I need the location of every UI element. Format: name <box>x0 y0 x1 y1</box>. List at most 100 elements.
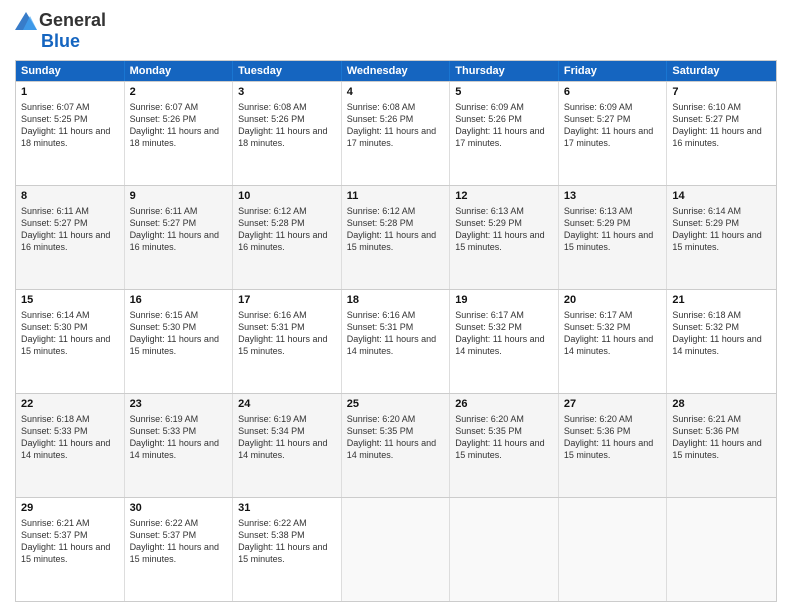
sunrise-text: Sunrise: 6:16 AM <box>238 310 307 320</box>
day-cell: 31Sunrise: 6:22 AMSunset: 5:38 PMDayligh… <box>233 498 342 601</box>
day-cell: 1Sunrise: 6:07 AMSunset: 5:25 PMDaylight… <box>16 82 125 185</box>
calendar-week: 15 Sunrise: 6:14 AM Sunset: 5:30 PM Dayligh… <box>16 289 776 393</box>
day-number: 29 <box>21 501 119 516</box>
day-cell: 18Sunrise: 6:16 AMSunset: 5:31 PMDayligh… <box>342 290 451 393</box>
day-cell: 22Sunrise: 6:18 AMSunset: 5:33 PMDayligh… <box>16 394 125 497</box>
sunrise-text: Sunrise: 6:20 AM <box>564 414 633 424</box>
sunrise-text: Sunrise: 6:13 AM <box>564 206 633 216</box>
day-number: 8 <box>21 189 119 204</box>
daylight-text: Daylight: 11 hours and 14 minutes. <box>238 438 327 460</box>
daylight-text: Daylight: 11 hours and 15 minutes. <box>672 438 761 460</box>
day-cell: 17Sunrise: 6:16 AMSunset: 5:31 PMDayligh… <box>233 290 342 393</box>
page: General Blue SundayMondayTuesdayWednesda… <box>0 0 792 612</box>
sunset-text: Sunset: 5:30 PM <box>130 322 197 332</box>
calendar-body: 1Sunrise: 6:07 AMSunset: 5:25 PMDaylight… <box>16 81 776 601</box>
day-cell: 21Sunrise: 6:18 AMSunset: 5:32 PMDayligh… <box>667 290 776 393</box>
weekday-header: Monday <box>125 61 234 81</box>
day-cell: 11Sunrise: 6:12 AMSunset: 5:28 PMDayligh… <box>342 186 451 289</box>
day-cell: 28 Sunrise: 6:21 AM Sunset: 5:36 PM Dayligh… <box>667 394 776 497</box>
day-number: 10 <box>238 189 336 204</box>
weekday-header: Friday <box>559 61 668 81</box>
sunrise-text: Sunrise: 6:21 AM <box>672 414 741 424</box>
sunset-text: Sunset: 5:29 PM <box>564 218 631 228</box>
day-number: 5 <box>455 85 553 100</box>
sunset-text: Sunset: 5:36 PM <box>672 426 739 436</box>
day-number: 17 <box>238 293 336 308</box>
day-number: 3 <box>238 85 336 100</box>
day-cell: 29Sunrise: 6:21 AMSunset: 5:37 PMDayligh… <box>16 498 125 601</box>
calendar-week: 29Sunrise: 6:21 AMSunset: 5:37 PMDayligh… <box>16 497 776 601</box>
sunrise-text: Sunrise: 6:22 AM <box>130 518 199 528</box>
day-number: 24 <box>238 397 336 412</box>
sunrise-text: Sunrise: 6:10 AM <box>672 102 741 112</box>
daylight-text: Daylight: 11 hours and 15 minutes. <box>130 334 219 356</box>
day-cell: 12Sunrise: 6:13 AMSunset: 5:29 PMDayligh… <box>450 186 559 289</box>
day-number: 31 <box>238 501 336 516</box>
day-number: 9 <box>130 189 228 204</box>
sunrise-text: Sunrise: 6:17 AM <box>564 310 633 320</box>
day-number: 4 <box>347 85 445 100</box>
sunset-text: Sunset: 5:32 PM <box>455 322 522 332</box>
sunrise-text: Sunrise: 6:16 AM <box>347 310 416 320</box>
sunset-text: Sunset: 5:26 PM <box>347 114 414 124</box>
header: General Blue <box>15 10 777 52</box>
sunset-text: Sunset: 5:26 PM <box>130 114 197 124</box>
daylight-text: Daylight: 11 hours and 18 minutes. <box>130 126 219 148</box>
logo: General Blue <box>15 10 106 52</box>
sunrise-text: Sunrise: 6:12 AM <box>238 206 307 216</box>
sunrise-text: Sunrise: 6:14 AM <box>672 206 741 216</box>
day-cell: 8Sunrise: 6:11 AMSunset: 5:27 PMDaylight… <box>16 186 125 289</box>
sunset-text: Sunset: 5:27 PM <box>672 114 739 124</box>
day-number: 15 <box>21 293 119 308</box>
empty-cell <box>342 498 451 601</box>
sunrise-text: Sunrise: 6:08 AM <box>347 102 416 112</box>
daylight-text: Daylight: 11 hours and 18 minutes. <box>238 126 327 148</box>
day-number: 7 <box>672 85 771 100</box>
day-number: 14 <box>672 189 771 204</box>
day-cell: 5Sunrise: 6:09 AMSunset: 5:26 PMDaylight… <box>450 82 559 185</box>
daylight-text: Daylight: 11 hours and 16 minutes. <box>21 230 110 252</box>
daylight-text: Daylight: 11 hours and 16 minutes. <box>238 230 327 252</box>
sunset-text: Sunset: 5:34 PM <box>238 426 305 436</box>
sunset-text: Sunset: 5:32 PM <box>564 322 631 332</box>
sunset-text: Sunset: 5:31 PM <box>238 322 305 332</box>
day-cell: 25Sunrise: 6:20 AMSunset: 5:35 PMDayligh… <box>342 394 451 497</box>
daylight-text: Daylight: 11 hours and 14 minutes. <box>455 334 544 356</box>
sunrise-text: Sunrise: 6:14 AM <box>21 310 90 320</box>
sunset-text: Sunset: 5:36 PM <box>564 426 631 436</box>
sunrise-text: Sunrise: 6:11 AM <box>21 206 89 216</box>
sunrise-text: Sunrise: 6:22 AM <box>238 518 307 528</box>
daylight-text: Daylight: 11 hours and 15 minutes. <box>347 230 436 252</box>
day-number: 28 <box>672 397 771 412</box>
day-number: 21 <box>672 293 771 308</box>
daylight-text: Daylight: 11 hours and 14 minutes. <box>130 438 219 460</box>
sunset-text: Sunset: 5:25 PM <box>21 114 88 124</box>
day-cell: 6Sunrise: 6:09 AMSunset: 5:27 PMDaylight… <box>559 82 668 185</box>
sunrise-text: Sunrise: 6:20 AM <box>347 414 416 424</box>
weekday-header: Saturday <box>667 61 776 81</box>
day-cell: 19Sunrise: 6:17 AMSunset: 5:32 PMDayligh… <box>450 290 559 393</box>
day-number: 20 <box>564 293 662 308</box>
day-cell: 26Sunrise: 6:20 AMSunset: 5:35 PMDayligh… <box>450 394 559 497</box>
calendar-week: 1Sunrise: 6:07 AMSunset: 5:25 PMDaylight… <box>16 81 776 185</box>
daylight-text: Daylight: 11 hours and 15 minutes. <box>21 334 110 356</box>
day-number: 22 <box>21 397 119 412</box>
calendar-week: 8Sunrise: 6:11 AMSunset: 5:27 PMDaylight… <box>16 185 776 289</box>
sunrise-text: Sunrise: 6:12 AM <box>347 206 416 216</box>
daylight-text: Daylight: 11 hours and 14 minutes. <box>347 438 436 460</box>
daylight-text: Daylight: 11 hours and 15 minutes. <box>455 230 544 252</box>
sunrise-text: Sunrise: 6:18 AM <box>672 310 741 320</box>
day-number: 26 <box>455 397 553 412</box>
sunrise-text: Sunrise: 6:17 AM <box>455 310 524 320</box>
sunset-text: Sunset: 5:30 PM <box>21 322 88 332</box>
sunset-text: Sunset: 5:27 PM <box>564 114 631 124</box>
day-cell: 9Sunrise: 6:11 AMSunset: 5:27 PMDaylight… <box>125 186 234 289</box>
logo-blue: Blue <box>41 31 80 52</box>
sunrise-text: Sunrise: 6:09 AM <box>564 102 633 112</box>
daylight-text: Daylight: 11 hours and 14 minutes. <box>564 334 653 356</box>
day-number: 16 <box>130 293 228 308</box>
daylight-text: Daylight: 11 hours and 17 minutes. <box>455 126 544 148</box>
day-cell: 30Sunrise: 6:22 AMSunset: 5:37 PMDayligh… <box>125 498 234 601</box>
sunset-text: Sunset: 5:29 PM <box>672 218 739 228</box>
sunset-text: Sunset: 5:33 PM <box>21 426 88 436</box>
